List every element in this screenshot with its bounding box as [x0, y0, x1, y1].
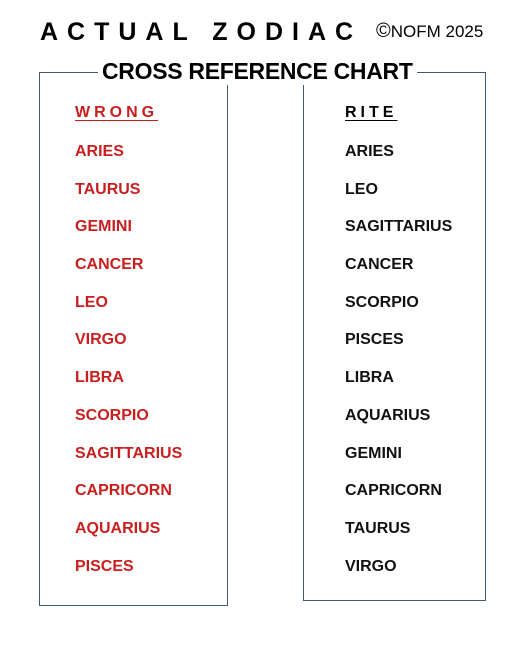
rite-sign-item: SCORPIO — [345, 293, 419, 311]
rite-sign-item: TAURUS — [345, 519, 411, 537]
wrong-column-heading: WRONG — [75, 104, 159, 121]
wrong-sign-item: CAPRICORN — [75, 482, 172, 500]
wrong-sign-item: SCORPIO — [75, 406, 149, 424]
wrong-sign-item: SAGITTARIUS — [75, 444, 183, 462]
rite-sign-item: AQUARIUS — [345, 406, 431, 424]
rite-sign-item: LIBRA — [345, 369, 394, 387]
wrong-sign-item: PISCES — [75, 557, 134, 575]
rite-sign-item: ARIES — [345, 143, 394, 160]
rite-sign-list: ARIES LEO SAGITTARIUS CANCER SCORPIO PIS… — [345, 141, 452, 593]
wrong-sign-item: TAURUS — [75, 180, 141, 198]
rite-sign-item: PISCES — [345, 331, 404, 349]
wrong-sign-item: ARIES — [75, 143, 124, 160]
wrong-sign-item: AQUARIUS — [75, 519, 161, 537]
rite-sign-item: CAPRICORN — [345, 482, 442, 500]
page-title: ACTUAL ZODIAC — [40, 18, 363, 46]
rite-sign-item: GEMINI — [345, 444, 402, 462]
rite-sign-item: VIRGO — [345, 557, 397, 575]
wrong-sign-item: CANCER — [75, 256, 144, 274]
wrong-sign-item: LIBRA — [75, 369, 124, 387]
wrong-sign-item: GEMINI — [75, 218, 132, 236]
rite-sign-item: LEO — [345, 180, 378, 198]
copyright-notice: ©NOFM 2025 — [376, 20, 483, 43]
copyright-text: NOFM 2025 — [390, 22, 484, 41]
wrong-sign-list: ARIES TAURUS GEMINI CANCER LEO VIRGO LIB… — [75, 141, 182, 593]
chart-subtitle: CROSS REFERENCE CHART — [98, 58, 417, 85]
rite-sign-item: SAGITTARIUS — [345, 218, 453, 236]
rite-column-heading: RITE — [345, 104, 398, 121]
rite-sign-item: CANCER — [345, 256, 414, 274]
wrong-sign-item: LEO — [75, 293, 108, 311]
copyright-symbol: © — [376, 20, 391, 42]
wrong-sign-item: VIRGO — [75, 331, 127, 349]
